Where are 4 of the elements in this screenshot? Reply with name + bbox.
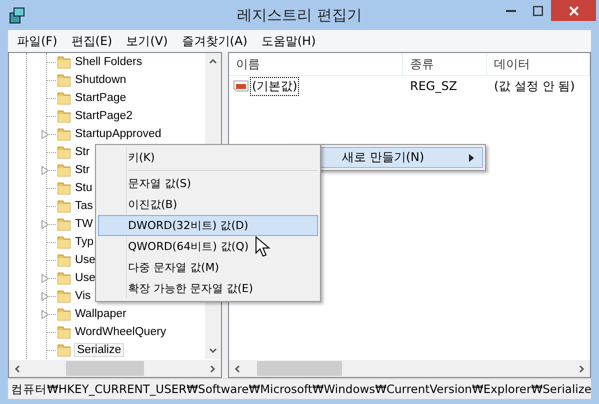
value-data: (값 설정 안 됨) — [493, 78, 576, 94]
status-path: 컴퓨터₩HKEY_CURRENT_USER₩Software₩Microsoft₩Windows₩CurrentVersion₩Explorer₩Serialize — [11, 382, 592, 396]
value-type: REG_SZ — [409, 79, 458, 93]
window-title: 레지스트리 편집기 — [236, 6, 363, 25]
